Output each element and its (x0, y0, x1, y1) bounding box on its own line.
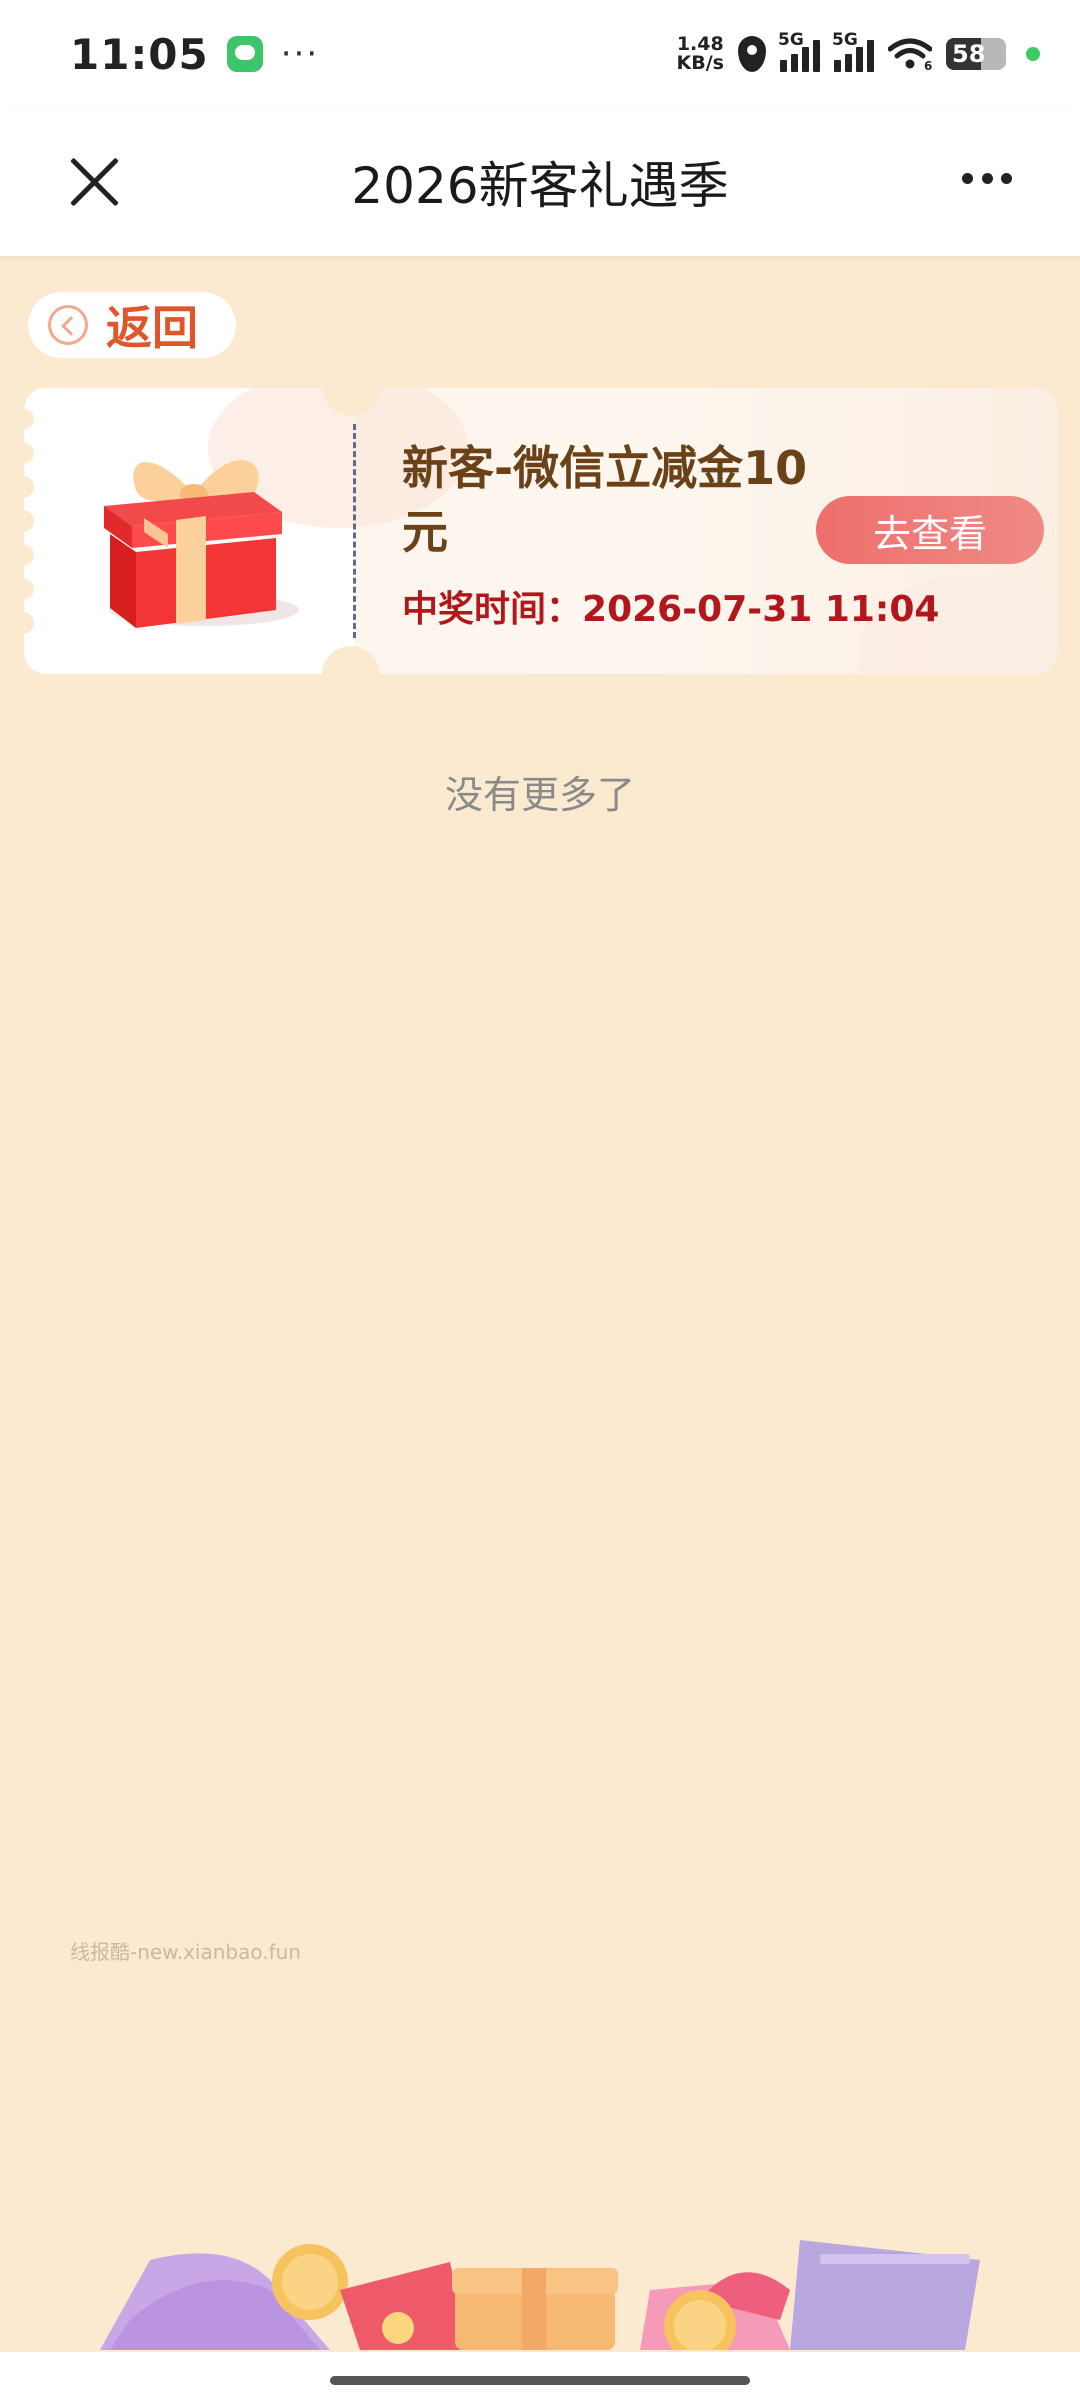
signal-icon: 5G (778, 30, 820, 72)
view-prize-button[interactable]: 去查看 (816, 496, 1044, 564)
wifi-icon: 6 (887, 37, 933, 73)
prize-card: 新客-微信立减金10元 中奖时间：2026-07-31 11:04 去查看 (24, 388, 1058, 674)
privacy-indicator-dot (1026, 47, 1040, 61)
home-bar-area (0, 2352, 1080, 2400)
back-button[interactable]: 返回 (28, 292, 236, 358)
battery-level: 58 (952, 40, 986, 68)
bottom-decoration (100, 2240, 980, 2350)
close-icon[interactable] (66, 154, 122, 210)
signal-icon: 5G (832, 30, 874, 72)
signal-label: 5G (778, 30, 804, 50)
home-indicator[interactable] (330, 2376, 750, 2385)
watermark: 线报酷-new.xianbao.fun (70, 1940, 301, 1964)
more-notifications-icon: ··· (280, 34, 320, 74)
status-time: 11:05 (70, 29, 209, 79)
message-notification-icon (226, 36, 263, 72)
status-bar: 11:05 ··· 1.48 KB/s 5G 5G 6 58 (0, 0, 1080, 108)
network-speed-unit: KB/s (676, 52, 724, 74)
location-icon (738, 36, 766, 72)
back-button-label: 返回 (106, 301, 198, 355)
prize-time-value: 2026-07-31 11:04 (582, 589, 940, 630)
list-end-text: 没有更多了 (444, 773, 635, 817)
prize-time: 中奖时间：2026-07-31 11:04 (402, 580, 939, 632)
battery-icon: 58 (946, 38, 1006, 70)
chevron-left-icon (48, 305, 88, 345)
more-options-icon[interactable] (962, 168, 1012, 188)
signal-label: 5G (832, 30, 858, 50)
page-title: 2026新客礼遇季 (351, 157, 729, 215)
gift-box-icon (104, 460, 299, 628)
network-speed: 1.48 KB/s (677, 35, 724, 73)
prize-time-label: 中奖时间： (402, 589, 583, 630)
prize-title: 新客-微信立减金10元 (402, 441, 808, 559)
wifi-badge: 6 (924, 59, 932, 71)
nav-bar: 2026新客礼遇季 (0, 108, 1080, 256)
ticket-divider (353, 424, 356, 638)
